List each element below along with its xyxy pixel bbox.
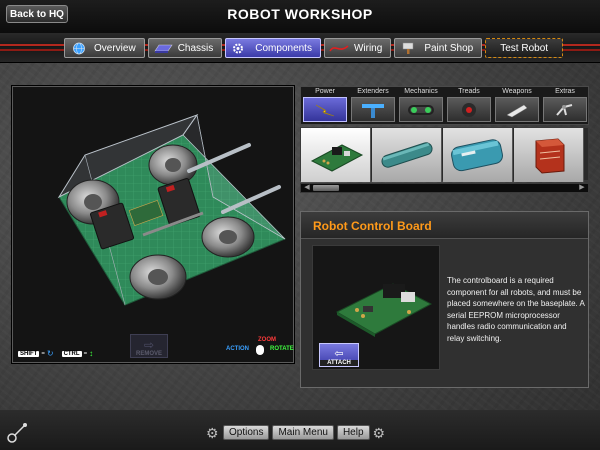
cylinder-battery-icon: [450, 139, 503, 172]
part-description: The controlboard is a required component…: [447, 276, 585, 343]
paint-brush-icon: [403, 42, 414, 54]
gear-icon: ⚙: [206, 424, 219, 441]
footer-buttons: ⚙ Options Main Menu Help ⚙: [206, 424, 387, 441]
remove-button[interactable]: ⇨ REMOVE: [130, 334, 168, 358]
nav-tabs: Overview Chassis Components Wiring Paint…: [64, 38, 564, 58]
category-label: Extenders: [357, 88, 389, 95]
category-label: Extras: [555, 88, 575, 95]
t-bar-icon: [351, 97, 395, 122]
control-board-preview: [335, 283, 433, 337]
tab-label: Chassis: [177, 42, 214, 54]
gear-icon: ⚙: [372, 424, 386, 441]
gear-chain-icon: [399, 97, 443, 122]
tab-label: Wiring: [353, 42, 383, 54]
part-info-panel: Robot Control Board ⇦ ATTACH The control…: [300, 211, 589, 388]
category-bar: Power Extenders Mechanics Treads Weapons…: [300, 86, 589, 125]
parts-list: [300, 127, 589, 182]
tab-test-robot[interactable]: Test Robot: [485, 38, 564, 58]
tab-components[interactable]: Components: [225, 38, 321, 58]
robot-3d-viewport[interactable]: SHIFT = ↻ CTRL = ↕ ⇨ REMOVE ZOOM ACTION …: [12, 86, 294, 363]
parts-scrollbar[interactable]: ◀ ▶: [300, 183, 589, 193]
action-hint: ACTION: [226, 346, 249, 352]
robot-model[interactable]: [13, 87, 295, 364]
main-menu-button[interactable]: Main Menu: [272, 425, 334, 440]
zoom-hint: ZOOM: [258, 337, 276, 343]
help-button[interactable]: Help: [336, 425, 370, 440]
rotate-arrow-icon: ↻: [46, 349, 54, 358]
category-label: Power: [315, 88, 335, 95]
keyboard-hints: SHIFT = ↻ CTRL = ↕: [18, 349, 93, 358]
wheel-icon: [447, 97, 491, 122]
globe-icon: [73, 42, 85, 54]
arrow-right-icon: ⇨: [143, 338, 155, 352]
scroll-thumb[interactable]: [313, 185, 339, 191]
category-extenders[interactable]: Extenders: [349, 87, 397, 126]
part-preview: ⇦ ATTACH: [312, 245, 440, 370]
wheel: [129, 254, 187, 300]
category-weapons[interactable]: Weapons: [493, 87, 541, 126]
category-label: Mechanics: [404, 88, 438, 95]
lightning-icon: [303, 97, 347, 122]
vertical-arrow-icon: ↕: [89, 349, 94, 358]
rotate-hint: ROTATE: [270, 346, 294, 352]
tab-chassis[interactable]: Chassis: [147, 38, 223, 58]
category-label: Treads: [458, 88, 480, 95]
category-label: Weapons: [502, 88, 532, 95]
category-treads[interactable]: Treads: [445, 87, 493, 126]
tab-wiring[interactable]: Wiring: [323, 38, 392, 58]
pipe-battery-icon: [380, 142, 433, 168]
page-title: ROBOT WORKSHOP: [227, 6, 373, 22]
tab-paint-shop[interactable]: Paint Shop: [394, 38, 483, 58]
wrench-cursor-icon: [7, 423, 27, 443]
wheel: [201, 216, 255, 258]
part-control-board[interactable]: [301, 128, 371, 182]
blade-icon: [495, 97, 539, 122]
part-pipe-battery[interactable]: [372, 128, 442, 182]
arrow-wrench-icon: ⇦: [334, 348, 344, 360]
part-cylinder-battery[interactable]: [443, 128, 513, 182]
category-mechanics[interactable]: Mechanics: [397, 87, 445, 126]
options-button[interactable]: Options: [223, 425, 270, 440]
tab-label: Test Robot: [500, 42, 549, 54]
tab-label: Paint Shop: [424, 42, 474, 54]
tab-overview[interactable]: Overview: [64, 38, 145, 58]
circuit-board-icon: [310, 144, 363, 172]
chassis-icon: [154, 44, 173, 53]
remove-label: REMOVE: [135, 351, 162, 357]
category-power[interactable]: Power: [301, 87, 349, 126]
box-battery-icon: [535, 138, 564, 174]
claw-icon: [543, 97, 587, 122]
part-box-battery[interactable]: [514, 128, 584, 182]
attach-label: ATTACH: [320, 360, 358, 366]
equals-sign: =: [41, 350, 45, 357]
attach-button[interactable]: ⇦ ATTACH: [319, 343, 359, 367]
ctrl-key: CTRL: [61, 350, 82, 357]
tab-label: Components: [255, 42, 312, 54]
gear-icon: [233, 43, 244, 53]
wheel: [148, 144, 198, 186]
scroll-left-icon[interactable]: ◀: [302, 184, 312, 192]
top-bar: Back to HQ ROBOT WORKSHOP: [0, 0, 600, 33]
scroll-right-icon[interactable]: ▶: [577, 184, 587, 192]
part-title: Robot Control Board: [301, 212, 588, 239]
category-extras[interactable]: Extras: [541, 87, 589, 126]
equals-sign: =: [83, 350, 88, 357]
tab-label: Overview: [94, 42, 136, 54]
mouse-icon: [256, 345, 264, 355]
wire-icon: [329, 44, 349, 51]
shift-key: SHIFT: [18, 350, 40, 357]
